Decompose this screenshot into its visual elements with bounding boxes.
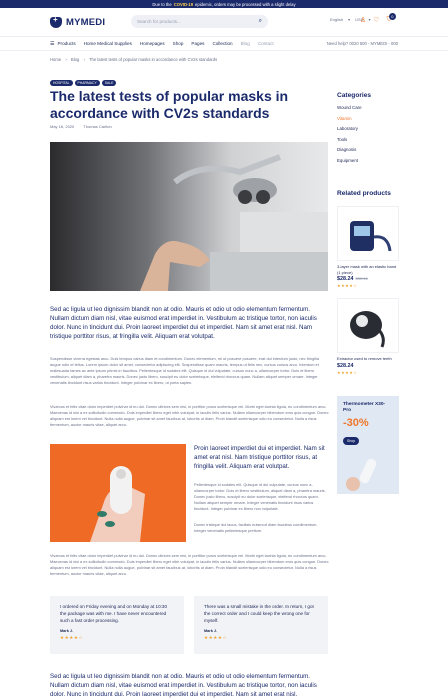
side-lead-paragraph: Proin laoreet imperdiet dui et imperdiet… — [194, 445, 325, 470]
post-paragraph-2: Vivamus et felis vitae dolor imperdiet p… — [50, 404, 329, 427]
review-card-2: There was a small mistake in the order. … — [194, 596, 328, 654]
thermometer-illustration — [346, 458, 377, 491]
review-text: There was a small mistake in the order. … — [204, 604, 314, 623]
side-paragraph-2: Donec tristique dui lacus, facilisis eui… — [194, 522, 318, 533]
main-nav: ☰ Products Home Medical Supplies Homepag… — [0, 36, 448, 51]
review-card-1: I ordered on Friday evening and on Monda… — [50, 596, 184, 654]
tag-pharmacy[interactable]: PHARMACY — [74, 80, 100, 86]
tag-sale[interactable]: SALE — [101, 80, 117, 86]
review-stars: ★★★★☆ — [204, 635, 228, 641]
search-icon[interactable]: ⌕ — [259, 18, 262, 25]
category-vitamin[interactable]: Vitamin — [337, 116, 399, 127]
nav-item-home-medical-supplies[interactable]: Home Medical Supplies — [84, 41, 132, 46]
promo-shop-button[interactable]: Shop — [343, 437, 360, 445]
menu-icon[interactable]: ☰ — [50, 41, 54, 47]
logo[interactable]: MYMEDI — [50, 15, 106, 28]
post-paragraph-3: Vivamus et felis vitae dolor imperdiet p… — [50, 553, 329, 576]
promo-title: Thermometer X30-Pro — [343, 402, 386, 413]
post-author[interactable]: Thomas Carlton — [83, 124, 111, 129]
category-diagnosis[interactable]: Diagnosis — [337, 147, 399, 158]
announcement-highlight: COVID-19 — [173, 1, 194, 7]
post-meta: May 16, 2020 Thomas Carlton — [50, 124, 120, 129]
language-select[interactable]: English — [330, 17, 343, 22]
post-lead-paragraph: Sed ac ligula ut leo dignissim blandit n… — [50, 306, 317, 340]
nav-item-shop[interactable]: Shop — [173, 41, 184, 46]
post-title: The latest tests of popular masks in acc… — [50, 88, 289, 121]
breadcrumb-blog[interactable]: Blog — [71, 57, 79, 62]
product-price: $28.24 — [337, 362, 354, 369]
cuff-illustration — [350, 311, 385, 348]
product-name[interactable]: Extractor used to remove teeth — [337, 356, 399, 362]
hero-image-dentist-lamp — [50, 142, 328, 291]
search-bar[interactable]: Search for products... ⌕ — [131, 15, 268, 28]
cart-count-badge: 0 — [388, 13, 396, 20]
related-products-heading: Related products — [337, 190, 391, 197]
device-illustration — [50, 444, 186, 542]
review-author: Mark J. — [204, 629, 218, 634]
promo-discount: -30% — [343, 417, 369, 429]
category-wound-care[interactable]: Wound Care — [337, 105, 399, 116]
review-text: I ordered on Friday evening and on Monda… — [60, 604, 168, 623]
breadcrumb-separator: › — [65, 57, 67, 62]
category-tools[interactable]: Tools — [337, 137, 399, 148]
nav-item-pages[interactable]: Pages — [191, 41, 204, 46]
review-stars: ★★★★☆ — [60, 635, 84, 641]
header-actions: ♙ ♡ ⛉ 0 — [360, 13, 396, 24]
chevron-down-icon: ▾ — [348, 17, 351, 22]
category-equipment[interactable]: Equipment — [337, 158, 399, 169]
related-product-2[interactable]: Extractor used to remove teeth $28.24 ★★… — [337, 298, 399, 375]
announcement-bar: Due to the COVID-19 epidemic, orders may… — [0, 0, 448, 8]
logo-heart-icon — [50, 15, 62, 28]
announcement-prefix: Due to the — [152, 1, 172, 7]
nav-item-products[interactable]: Products — [57, 41, 75, 46]
price-current: $28.24 — [337, 276, 354, 282]
nav-item-blog[interactable]: Blog — [241, 41, 250, 46]
breadcrumb: Home › Blog › The latest tests of popula… — [0, 51, 448, 69]
product-stars: ★★★★☆ — [337, 283, 358, 288]
promo-banner-thermometer[interactable]: Thermometer X30-Pro -30% Shop — [337, 396, 399, 494]
breadcrumb-current: The latest tests of popular masks in acc… — [88, 57, 218, 62]
related-product-1[interactable]: 3-layer mask with an elastic band (1 pie… — [337, 206, 399, 288]
product-name[interactable]: 3-layer mask with an elastic band (1 pie… — [337, 264, 399, 275]
blood-pressure-monitor-image[interactable] — [337, 206, 399, 261]
wishlist-heart-icon[interactable]: ♡ — [373, 16, 379, 24]
breadcrumb-separator: › — [83, 57, 85, 62]
post-paragraph-1: Suspendisse viverra egestas arcu. Duis t… — [50, 356, 320, 385]
breadcrumb-home[interactable]: Home — [50, 57, 61, 62]
product-price: $28.24 $35.16 — [337, 276, 399, 282]
category-laboratory[interactable]: Laboratory — [337, 126, 399, 137]
product-image-hand-device — [50, 444, 186, 542]
search-input[interactable]: Search for products... — [137, 19, 259, 24]
announcement-suffix: epidemic, orders may be processed with a… — [195, 1, 296, 7]
logo-text: MYMEDI — [66, 16, 106, 28]
monitor-illustration — [350, 221, 392, 252]
nav-item-contact[interactable]: Contact — [258, 41, 274, 46]
post-bottom-paragraph: Sed ac ligula ut leo dignissim blandit n… — [50, 673, 317, 698]
categories-heading: Categories — [337, 92, 372, 99]
cart-icon[interactable]: ⛉ 0 — [387, 13, 396, 24]
side-paragraph-1: Pellentesque id sodales elit. Quisque id… — [194, 482, 326, 511]
tag-hospital[interactable]: HOSPITAL — [50, 80, 73, 86]
hero-illustration — [50, 142, 328, 291]
nav-item-collection[interactable]: Collection — [212, 41, 232, 46]
product-stars: ★★★★☆ — [337, 369, 358, 375]
post-date: May 16, 2020 — [50, 124, 75, 129]
post-tags: HOSPITAL PHARMACY SALE — [50, 80, 117, 86]
site-header: MYMEDI Search for products... ⌕ English … — [0, 8, 448, 36]
blood-pressure-cuff-image[interactable] — [337, 298, 399, 353]
sidebar-categories: Categories Wound Care Vitamin Laboratory… — [337, 92, 399, 168]
price-old: $35.16 — [355, 276, 368, 281]
nav-item-homepages[interactable]: Homepages — [140, 41, 165, 46]
help-phone: Need help? 0020 500 - MYMEDI - 000 — [326, 41, 398, 46]
user-icon[interactable]: ♙ — [360, 16, 366, 24]
review-author: Mark J. — [60, 629, 74, 634]
